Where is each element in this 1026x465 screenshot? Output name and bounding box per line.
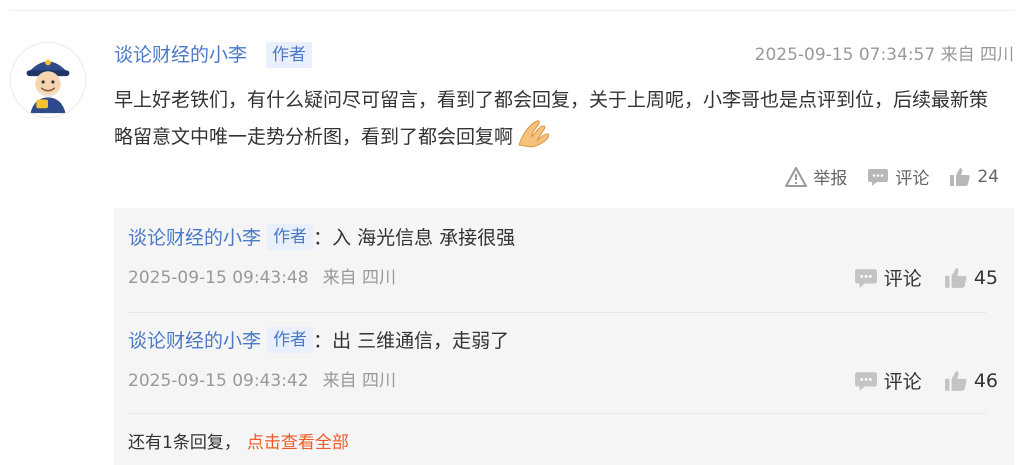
replies-section: 谈论财经的小李 作者 ：入 海光信息 承接很强 2025-09-15 09:43:… [114,208,1014,465]
reply-timestamp: 2025-09-15 09:43:42 [128,371,309,391]
reply-location: 来自 四川 [322,268,396,288]
report-label: 举报 [813,169,848,189]
comment-location: 来自 四川 [940,45,1014,65]
thumbs-up-icon [950,167,970,186]
comment-content: 早上好老铁们，有什么疑问尽可留言，看到了都会回复，关于上周呢，小李哥也是点评到位… [114,84,1006,160]
like-button[interactable]: 24 [949,167,999,187]
comment-label: 评论 [895,169,930,189]
reply-like-count: 46 [973,369,998,392]
report-warning-icon [785,166,808,187]
reply-comment-button[interactable]: 评论 [854,264,922,291]
reply-text: ：入 海光信息 承接很强 [313,227,516,249]
avatar-cartoon-icon [11,43,85,117]
reply-like-button[interactable]: 45 [944,267,998,289]
like-count: 24 [977,166,999,187]
top-divider [10,10,1014,11]
reply-text: ：出 三维通信，走弱了 [313,330,510,352]
reply-divider [128,413,986,414]
comment-bubble-icon [854,371,877,391]
thumbs-up-icon [944,267,967,288]
reply-location: 来自 四川 [322,371,396,391]
comment-meta: 2025-09-15 07:34:57 来自 四川 [755,40,1014,70]
praying-hands-emoji-icon [515,117,553,160]
report-button[interactable]: 举报 [785,164,847,189]
author-badge: 作者 [266,42,312,68]
more-replies: 还有1条回复， 点击查看全部 [128,428,349,458]
reply-comment-label: 评论 [883,371,922,393]
reply-actions: 评论 46 [832,367,998,394]
reply-author[interactable]: 谈论财经的小李 [128,330,261,352]
comment-timestamp: 2025-09-15 07:34:57 [754,45,936,65]
reply-comment-button[interactable]: 评论 [854,367,922,394]
thumbs-up-icon [944,370,967,391]
comment-actions: 举报 评论 24 [785,164,999,189]
view-all-replies-link[interactable]: 点击查看全部 [247,433,349,453]
reply-actions: 评论 45 [832,264,998,291]
reply-like-count: 45 [973,266,998,289]
comment-button[interactable]: 评论 [867,164,929,189]
more-replies-text: 还有1条回复， [128,433,241,453]
reply-author-badge: 作者 [267,224,314,250]
comment-author[interactable]: 谈论财经的小李 [114,40,247,70]
comment-bubble-icon [868,168,889,186]
avatar[interactable] [10,42,86,118]
reply-like-button[interactable]: 46 [944,370,998,392]
reply-timestamp: 2025-09-15 09:43:48 [128,268,309,288]
comment-bubble-icon [854,268,877,288]
reply-comment-label: 评论 [883,268,922,290]
reply-author-badge: 作者 [267,327,314,353]
reply-divider [128,312,986,313]
reply-author[interactable]: 谈论财经的小李 [128,227,261,249]
